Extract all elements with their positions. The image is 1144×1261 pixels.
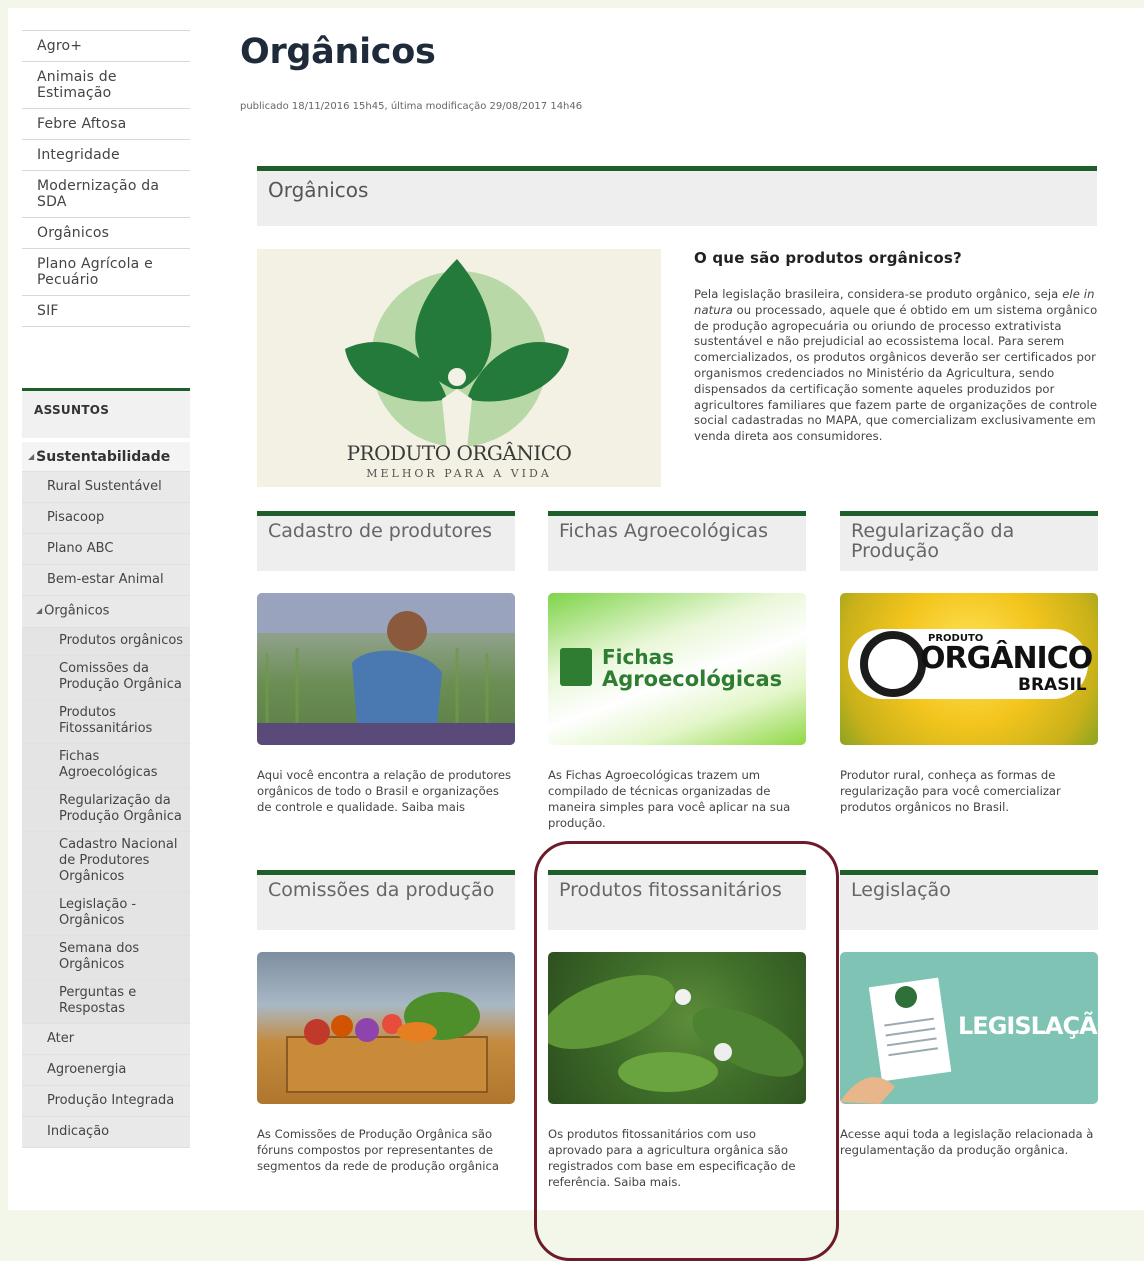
subject-organicos[interactable]: ◢ Orgânicos (22, 596, 190, 628)
subject-bem-estar[interactable]: Bem-estar Animal (22, 565, 190, 596)
intro-text-part: ou processado, aquele que é obtido em um… (694, 302, 1098, 444)
organico-brasil-seal[interactable]: PRODUTO ORGÂNICO BRASIL (840, 593, 1098, 745)
subject-comissoes[interactable]: Comissões da Produção Orgânica (22, 655, 190, 700)
seal-text: BRASIL (1018, 675, 1087, 695)
subject-semana[interactable]: Semana dos Orgânicos (22, 935, 190, 980)
card-title[interactable]: Cadastro de produtores (257, 511, 515, 571)
subject-agroenergia[interactable]: Agroenergia (22, 1054, 190, 1086)
expanded-arrow-icon: ◢ (28, 452, 35, 461)
legislacao-banner[interactable]: LEGISLAÇÃO (840, 952, 1098, 1104)
sidebar-item-agro[interactable]: Agro+ (22, 30, 190, 61)
vegetable-crate-illustration (286, 992, 488, 1093)
intro-section: O que são produtos orgânicos? Pela legis… (694, 249, 1100, 445)
sidebar-item-modernizacao[interactable]: Modernização da SDA (22, 170, 190, 217)
sidebar: Agro+ Animais de Estimação Febre Aftosa … (22, 30, 190, 1148)
subject-sustentabilidade[interactable]: ◢ Sustentabilidade (22, 442, 190, 472)
subject-fitossanitarios[interactable]: Produtos Fitossanitários (22, 699, 190, 744)
subject-regularizacao[interactable]: Regularização da Produção Orgânica (22, 787, 190, 832)
vegetable-crate-photo[interactable] (257, 952, 515, 1104)
sidebar-item-organicos[interactable]: Orgânicos (22, 217, 190, 248)
farmer-photo[interactable] (257, 593, 515, 745)
banner-text: Fichas (602, 645, 675, 669)
page-title: Orgânicos (240, 32, 436, 72)
subject-perguntas[interactable]: Perguntas e Respostas (22, 979, 190, 1024)
subject-label: Sustentabilidade (36, 449, 171, 465)
intro-text-part: Pela legislação brasileira, considera-se… (694, 287, 1063, 301)
subject-plano-abc[interactable]: Plano ABC (22, 534, 190, 565)
card-title[interactable]: Regularização da Produção (840, 511, 1098, 571)
sidebar-item-animais[interactable]: Animais de Estimação (22, 61, 190, 108)
subject-rural-sustentavel[interactable]: Rural Sustentável (22, 472, 190, 503)
banner-text: LEGISLAÇÃO (958, 1012, 1098, 1040)
section-bar: Orgânicos (257, 166, 1097, 226)
card-cadastro[interactable]: Cadastro de produtores Aqui você encontr… (257, 511, 515, 815)
sidebar-item-sif[interactable]: SIF (22, 295, 190, 327)
publication-meta: publicado 18/11/2016 15h45, última modif… (240, 101, 583, 112)
subject-legislacao[interactable]: Legislação - Orgânicos (22, 891, 190, 936)
subject-cadastro[interactable]: Cadastro Nacional de Produtores Orgânico… (22, 831, 190, 892)
subject-producao-integrada[interactable]: Produção Integrada (22, 1085, 190, 1117)
subjects-menu: ◢ Sustentabilidade Rural Sustentável Pisa… (22, 442, 190, 1148)
seal-text: ORGÂNICO (920, 641, 1093, 676)
banner-text: Agroecológicas (602, 667, 783, 691)
intro-text: Pela legislação brasileira, considera-se… (694, 287, 1100, 445)
hero-logo-tagline: MELHOR PARA A VIDA (366, 467, 552, 480)
subject-indicacao[interactable]: Indicação (22, 1116, 190, 1148)
card-description: Produtor rural, conheça as formas de reg… (840, 768, 1061, 814)
produto-organico-logo: PRODUTO ORGÂNICO MELHOR PARA A VIDA (257, 249, 661, 487)
subject-pisacoop[interactable]: Pisacoop (22, 503, 190, 534)
page: Agro+ Animais de Estimação Febre Aftosa … (8, 8, 1144, 1261)
fichas-banner[interactable]: Fichas Agroecológicas (548, 593, 806, 745)
subject-produtos-organicos[interactable]: Produtos orgânicos (22, 627, 190, 656)
card-comissoes[interactable]: Comissões da produção As Comissões de Pr… (257, 870, 515, 1174)
leaf-o-icon (860, 631, 926, 697)
card-title[interactable]: Legislação (840, 870, 1098, 930)
assuntos-header: ASSUNTOS (22, 388, 190, 438)
subject-label: Orgânicos (44, 603, 110, 619)
intro-heading: O que são produtos orgânicos? (694, 249, 962, 267)
highlight-circle (534, 841, 839, 1261)
hero-logo-title: PRODUTO ORGÂNICO (346, 441, 572, 465)
sidebar-top-list: Agro+ Animais de Estimação Febre Aftosa … (22, 30, 190, 327)
card-description: Acesse aqui toda a legislação relacionad… (840, 1127, 1094, 1157)
card-regularizacao[interactable]: Regularização da Produção PRODUTO ORGÂNI… (840, 511, 1098, 815)
card-description: As Fichas Agroecológicas trazem um compi… (548, 768, 791, 830)
card-description: Aqui você encontra a relação de produtor… (257, 768, 512, 814)
sidebar-item-plano-agricola[interactable]: Plano Agrícola e Pecuário (22, 248, 190, 295)
subject-ater[interactable]: Ater (22, 1023, 190, 1055)
card-title[interactable]: Fichas Agroecológicas (548, 511, 806, 571)
expanded-arrow-icon: ◢ (36, 606, 43, 615)
farmer-illustration (257, 593, 515, 745)
sidebar-item-febre-aftosa[interactable]: Febre Aftosa (22, 108, 190, 139)
card-fichas[interactable]: Fichas Agroecológicas Fichas Agroecológi… (548, 511, 806, 831)
card-legislacao[interactable]: Legislação LEGISLAÇÃO Acesse aqui toda a… (840, 870, 1098, 1158)
card-description: As Comissões de Produção Orgânica são fó… (257, 1127, 499, 1173)
leaf-book-icon (560, 648, 592, 686)
subject-fichas[interactable]: Fichas Agroecológicas (22, 743, 190, 788)
card-title[interactable]: Comissões da produção (257, 870, 515, 930)
sidebar-item-integridade[interactable]: Integridade (22, 139, 190, 170)
